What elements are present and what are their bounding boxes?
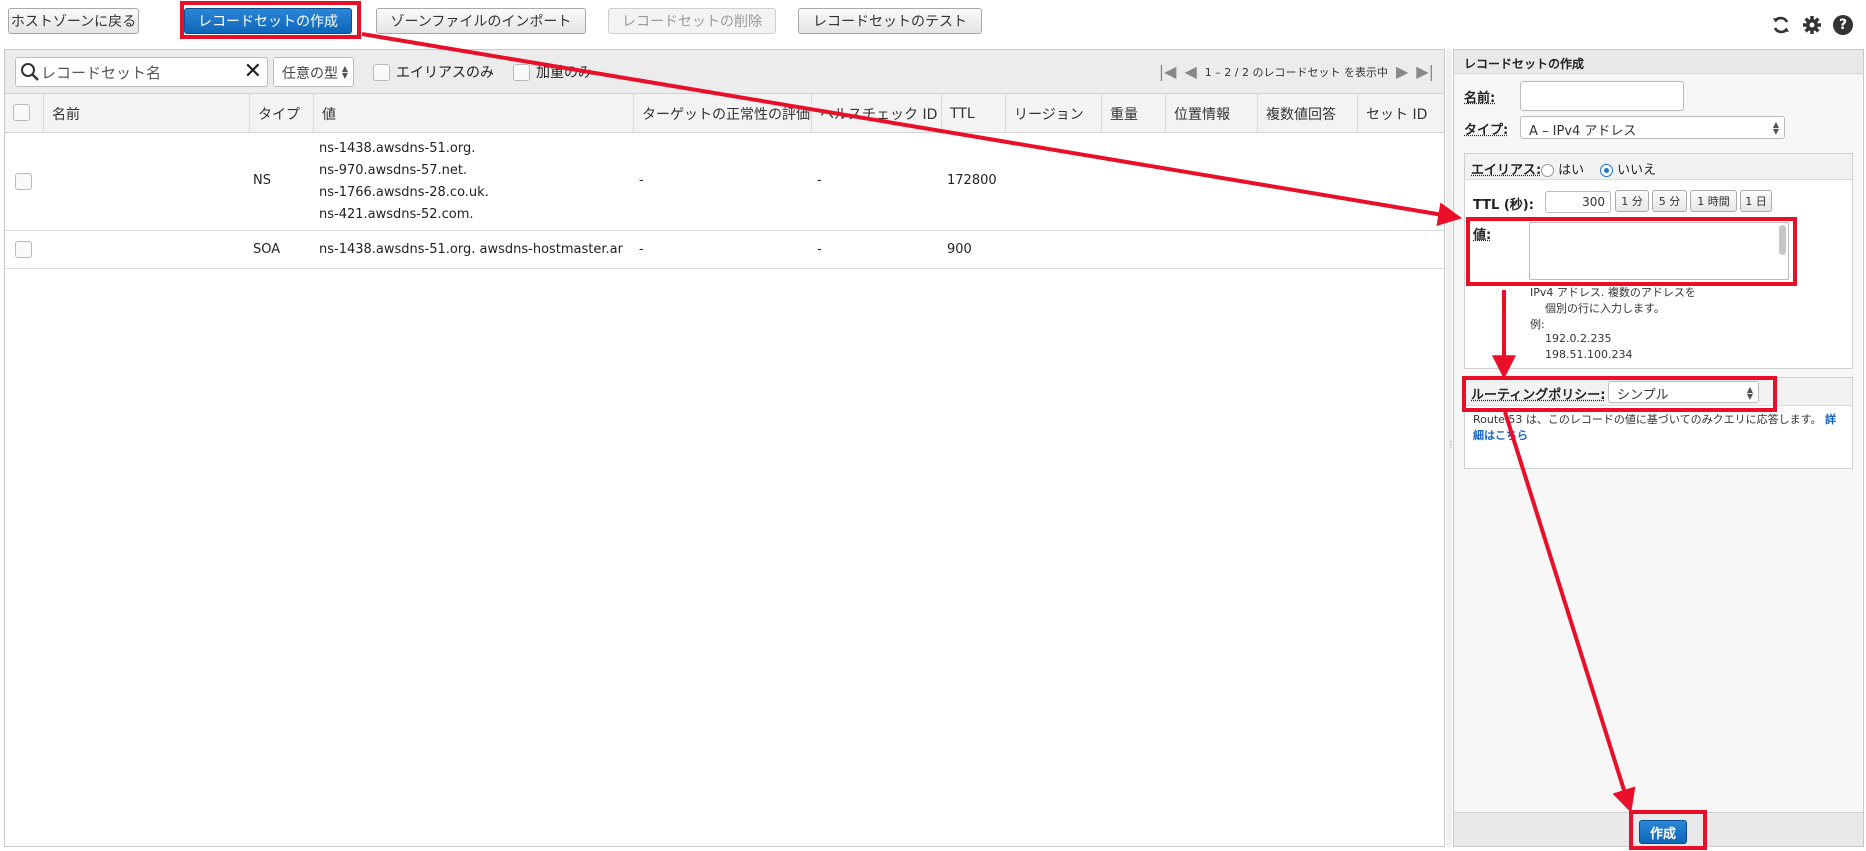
column-header-weight[interactable]: 重量	[1101, 94, 1165, 133]
row-value-line: ns-1438.awsdns-51.org.	[319, 141, 476, 156]
prev-page-icon[interactable]: ◀	[1184, 62, 1196, 81]
ttl-1min-button[interactable]: 1 分	[1615, 190, 1649, 212]
filter-bar: ✕ 任意の型 ▲▼ エイリアスのみ 加重のみ |◀ ◀ 1 – 2 / 2 のレ…	[5, 50, 1444, 94]
row-value-line: ns-421.awsdns-52.com.	[319, 207, 474, 222]
alias-yes-label: はい	[1558, 163, 1585, 178]
row-value-line: ns-1766.awsdns-28.co.uk.	[319, 185, 489, 200]
routing-policy-description: Route 53 は、このレコードの値に基づいてのみクエリに応答します。 詳細は…	[1473, 412, 1845, 444]
column-header-multivalue[interactable]: 複数値回答	[1257, 94, 1357, 133]
table-header: 名前 タイプ 値 ターゲットの正常性の評価 ヘルスチェック ID TTL リージ…	[5, 94, 1444, 133]
record-name-input[interactable]	[1520, 81, 1684, 111]
annotation-highlight-routing-policy	[1462, 376, 1777, 412]
weighted-only-checkbox[interactable]	[513, 63, 530, 81]
alias-label: エイリアス:	[1471, 163, 1542, 178]
select-arrows-icon: ▲ ▼	[1772, 120, 1779, 136]
type-label: タイプ:	[1464, 123, 1509, 138]
routing-policy-desc-text: Route 53 は、このレコードの値に基づいてのみクエリに応答します。	[1473, 413, 1822, 426]
annotation-highlight-value-field	[1466, 217, 1797, 286]
row-values: ns-1438.awsdns-51.org. ns-970.awsdns-57.…	[319, 138, 623, 226]
alias-no-radio[interactable]	[1600, 164, 1613, 177]
create-record-set-panel: レコードセットの作成 名前: タイプ: A – IPv4 アドレス ▲ ▼ エイリ…	[1453, 49, 1864, 847]
import-zone-file-button[interactable]: ゾーンファイルのインポート	[376, 8, 586, 34]
select-arrows-icon: ▲ ▼	[341, 64, 348, 80]
search-box: ✕	[15, 57, 268, 87]
record-set-list-panel: ✕ 任意の型 ▲▼ エイリアスのみ 加重のみ |◀ ◀ 1 – 2 / 2 のレ…	[4, 49, 1445, 847]
ttl-input[interactable]: 300	[1545, 191, 1611, 213]
pager: |◀ ◀ 1 – 2 / 2 のレコードセット を表示中 ▶ ▶|	[1159, 62, 1434, 81]
help-icon[interactable]: ?	[1832, 14, 1854, 36]
record-type-filter-value: 任意の型	[282, 66, 338, 82]
column-header-type[interactable]: タイプ	[249, 94, 313, 133]
column-header-health-check-id[interactable]: ヘルスチェック ID	[811, 94, 941, 133]
alias-only-checkbox[interactable]	[373, 63, 390, 81]
row-health-eval: -	[639, 242, 644, 257]
test-record-set-button[interactable]: レコードセットのテスト	[798, 8, 982, 34]
refresh-icon[interactable]	[1770, 14, 1792, 36]
clear-search-icon[interactable]: ✕	[244, 59, 262, 84]
row-type: SOA	[253, 242, 281, 257]
column-header-name[interactable]: 名前	[43, 94, 249, 133]
column-header-set-id[interactable]: セット ID	[1357, 94, 1444, 133]
next-page-icon[interactable]: ▶	[1396, 62, 1408, 81]
record-name-search-input[interactable]	[41, 62, 236, 84]
row-checkbox[interactable]	[15, 241, 32, 258]
annotation-highlight-create-button	[180, 1, 361, 39]
panel-title: レコードセットの作成	[1454, 50, 1863, 74]
alias-no-label: いいえ	[1617, 163, 1657, 178]
alias-yes-radio[interactable]	[1541, 164, 1554, 177]
last-page-icon[interactable]: ▶|	[1416, 62, 1434, 81]
record-type-value: A – IPv4 アドレス	[1529, 124, 1637, 139]
ttl-label: TTL (秒):	[1473, 198, 1534, 213]
value-hint-example-2: 198.51.100.234	[1545, 348, 1633, 361]
pager-status: 1 – 2 / 2 のレコードセット を表示中	[1204, 65, 1388, 79]
value-hint-line1: IPv4 アドレス. 複数のアドレスを	[1530, 286, 1696, 299]
weighted-only-filter[interactable]: 加重のみ	[513, 62, 592, 82]
row-health-eval: -	[639, 173, 644, 188]
gear-icon[interactable]	[1801, 14, 1823, 36]
value-hint-example-label: 例:	[1530, 318, 1545, 331]
record-type-filter-select[interactable]: 任意の型 ▲ ▼	[273, 57, 354, 87]
column-header-ttl[interactable]: TTL	[941, 94, 1005, 133]
row-value-line: ns-1438.awsdns-51.org. awsdns-hostmaster…	[319, 242, 623, 257]
alias-yes-option[interactable]: はい	[1541, 159, 1584, 178]
ttl-1day-button[interactable]: 1 日	[1740, 190, 1772, 212]
column-header-geolocation[interactable]: 位置情報	[1165, 94, 1257, 133]
annotation-highlight-create-submit	[1629, 810, 1707, 850]
row-type: NS	[253, 173, 271, 188]
ttl-5min-button[interactable]: 5 分	[1652, 190, 1687, 212]
column-header-region[interactable]: リージョン	[1005, 94, 1101, 133]
value-hint-example-1: 192.0.2.235	[1545, 332, 1612, 345]
search-icon	[20, 62, 40, 82]
delete-record-set-button[interactable]: レコードセットの削除	[608, 8, 776, 34]
table-row[interactable]: SOA ns-1438.awsdns-51.org. awsdns-hostma…	[5, 232, 1444, 269]
row-health-check-id: -	[817, 242, 822, 257]
row-health-check-id: -	[817, 173, 822, 188]
ttl-1hour-button[interactable]: 1 時間	[1690, 190, 1737, 212]
weighted-only-label: 加重のみ	[536, 65, 592, 81]
back-to-hosted-zones-button[interactable]: ホストゾーンに戻る	[8, 8, 139, 34]
name-label: 名前:	[1464, 91, 1496, 106]
alias-no-option[interactable]: いいえ	[1600, 159, 1656, 178]
select-all-checkbox[interactable]	[13, 104, 30, 121]
row-ttl: 172800	[947, 173, 997, 188]
help-glyph: ?	[1833, 15, 1853, 35]
value-hint-line2: 個別の行に入力します。	[1545, 302, 1665, 315]
row-value-line: ns-970.awsdns-57.net.	[319, 163, 468, 178]
alias-header: エイリアス: はい いいえ	[1465, 154, 1852, 180]
column-header-value[interactable]: 値	[313, 94, 633, 133]
row-checkbox[interactable]	[15, 173, 32, 190]
row-ttl: 900	[947, 242, 972, 257]
column-header-health-eval[interactable]: ターゲットの正常性の評価	[633, 94, 811, 133]
first-page-icon[interactable]: |◀	[1159, 62, 1177, 81]
table-row[interactable]: NS ns-1438.awsdns-51.org. ns-970.awsdns-…	[5, 134, 1444, 231]
alias-only-label: エイリアスのみ	[396, 65, 494, 81]
alias-only-filter[interactable]: エイリアスのみ	[373, 62, 494, 82]
record-type-select[interactable]: A – IPv4 アドレス ▲ ▼	[1520, 116, 1785, 139]
